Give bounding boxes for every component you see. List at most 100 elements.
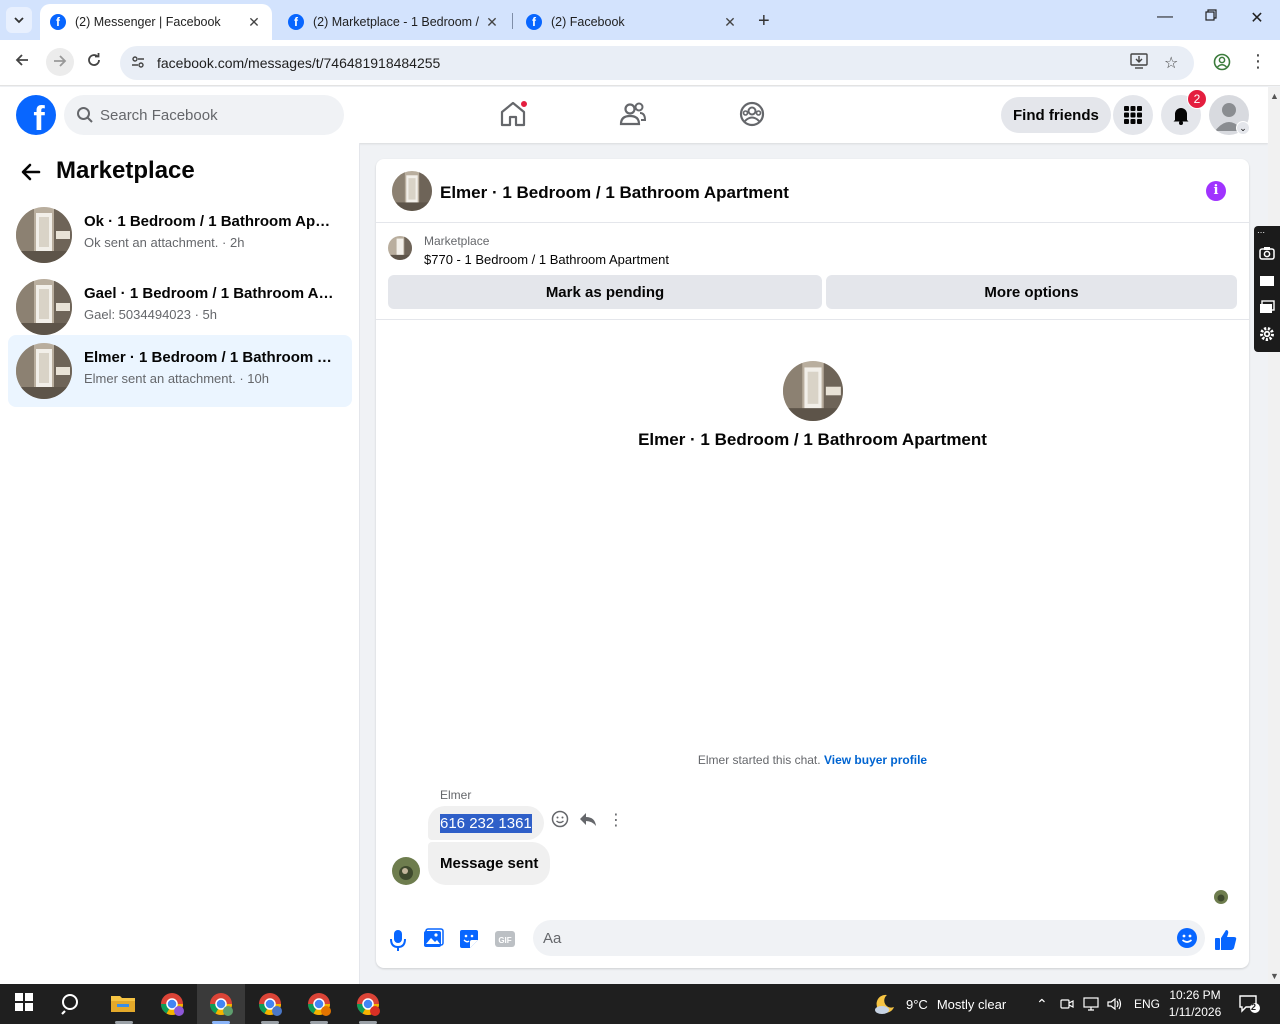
bell-icon [1173,108,1189,125]
toolbar-grip-icon[interactable]: ⋯ [1257,228,1265,237]
video-icon[interactable] [1259,274,1275,288]
more-options-button[interactable]: More options [826,275,1237,309]
message-input-box[interactable] [533,920,1205,956]
file-explorer-icon[interactable] [110,992,136,1016]
account-chevron-icon[interactable]: ⌄ [1236,121,1250,135]
microphone-icon[interactable] [388,928,412,952]
windows-start-icon[interactable] [14,992,40,1016]
install-app-icon[interactable] [1130,53,1148,74]
chrome-profile-d-icon[interactable] [307,992,333,1016]
windows-icon[interactable] [1259,300,1275,314]
show-hidden-icons-button[interactable]: ⌃ [1036,984,1048,1024]
listing-thumbnail[interactable] [388,236,412,260]
conversation-avatar-large [783,361,843,421]
react-emoji-icon[interactable] [548,810,572,834]
facebook-favicon-icon: f [288,14,304,30]
seen-indicator-avatar [1214,890,1228,904]
message-bubble[interactable]: 616 232 1361 [428,806,544,840]
chat-window: Elmer · 1 Bedroom / 1 Bathroom Apartment… [376,159,1249,968]
chevron-down-icon [14,17,24,24]
close-window-button[interactable]: ✕ [1242,8,1272,28]
panel-title: Marketplace [56,157,195,184]
find-friends-button[interactable]: Find friends [1001,97,1111,133]
emoji-icon[interactable] [1177,928,1197,948]
chat-title[interactable]: Elmer · 1 Bedroom / 1 Bathroom Apartment [440,183,789,203]
reload-button[interactable] [82,52,106,73]
meet-now-icon[interactable] [1060,984,1074,1024]
bookmark-star-icon[interactable]: ☆ [1164,53,1178,73]
conversation-item-selected[interactable]: Elmer · 1 Bedroom / 1 Bathroom Apartment… [8,335,352,407]
tab-facebook[interactable]: f (2) Facebook ✕ [516,4,748,40]
sender-avatar[interactable] [392,857,420,885]
svg-text:GIF: GIF [498,936,511,945]
facebook-search[interactable] [64,95,344,135]
browser-menu-icon[interactable]: ⋮ [1246,51,1270,72]
friends-nav-button[interactable] [618,99,648,129]
view-buyer-profile-link[interactable]: View buyer profile [824,753,927,767]
tab-marketplace[interactable]: f (2) Marketplace - 1 Bedroom / ✕ [278,4,510,40]
message-bubble[interactable]: Message sent [428,842,551,885]
restore-icon [1205,9,1217,21]
reply-icon[interactable] [576,810,600,834]
sender-name: Elmer [440,788,472,802]
system-clock[interactable]: 10:26 PM 1/11/2026 [1160,987,1230,1021]
action-center-button[interactable]: 2 [1238,994,1260,1014]
back-button[interactable] [10,52,34,73]
attach-photo-icon[interactable] [422,928,446,952]
search-input[interactable] [100,95,330,135]
address-bar[interactable]: facebook.com/messages/t/746481918484255 … [120,46,1194,80]
tab-messenger[interactable]: f (2) Messenger | Facebook ✕ [40,4,272,40]
chrome-profile-c-icon[interactable] [258,992,284,1016]
message-input[interactable] [543,920,1163,956]
info-icon[interactable]: i [1206,181,1226,201]
forward-button[interactable] [46,48,74,76]
network-icon[interactable] [1083,984,1099,1024]
weather-widget[interactable]: 9°C Mostly clear [873,984,1006,1024]
menu-button[interactable] [1113,95,1153,135]
settings-gear-icon[interactable] [1259,326,1275,341]
arrow-right-icon [54,55,67,67]
back-button[interactable] [20,161,42,189]
clock-time: 10:26 PM [1169,988,1221,1002]
close-tab-icon[interactable]: ✕ [722,14,738,31]
chat-avatar[interactable] [392,171,432,211]
conversation-snippet: Gael: 5034494023 · 5h [84,307,217,322]
groups-nav-button[interactable] [737,99,767,129]
page-scrollbar[interactable]: ▲ ▼ [1268,87,1280,983]
scroll-up-icon[interactable]: ▲ [1270,91,1279,101]
sticker-icon[interactable] [458,928,482,952]
minimize-button[interactable]: — [1150,8,1180,26]
input-language[interactable]: ENG [1134,984,1160,1024]
chat-started-notice: Elmer started this chat. View buyer prof… [376,753,1249,767]
search-icon [77,107,93,123]
started-text: Elmer started this chat. [697,753,821,767]
chrome-profile-b-icon[interactable] [209,992,235,1016]
close-tab-icon[interactable]: ✕ [484,14,500,31]
scroll-down-icon[interactable]: ▼ [1270,971,1279,981]
restore-button[interactable] [1196,8,1226,26]
facebook-logo[interactable]: f [16,95,56,135]
notification-icon [1239,995,1260,1013]
site-info-icon[interactable] [130,54,146,73]
conversation-item[interactable]: Gael · 1 Bedroom / 1 Bathroom Apartment … [8,271,352,343]
arrow-left-icon [15,54,28,66]
tab-title: (2) Facebook [551,15,625,29]
apartment-thumbnail [16,207,72,263]
gif-icon[interactable]: GIF [494,928,518,952]
search-icon[interactable] [60,992,86,1016]
close-tab-icon[interactable]: ✕ [246,14,262,31]
profile-icon[interactable] [1210,53,1234,76]
chrome-profile-e-icon[interactable] [356,992,382,1016]
new-tab-button[interactable]: + [758,10,770,33]
camera-icon[interactable] [1259,246,1275,260]
volume-icon[interactable] [1107,984,1123,1024]
conversation-item[interactable]: Ok · 1 Bedroom / 1 Bathroom Apartment Ok… [8,199,352,271]
listing-title[interactable]: $770 - 1 Bedroom / 1 Bathroom Apartment [424,252,669,267]
tab-search-button[interactable] [6,7,32,33]
notification-badge: 2 [1187,89,1207,109]
mark-as-pending-button[interactable]: Mark as pending [388,275,822,309]
thumbs-up-icon[interactable] [1214,928,1238,952]
chrome-profile-a-icon[interactable] [160,992,186,1016]
message-composer: GIF [376,916,1249,968]
more-actions-icon[interactable]: ⋮ [604,810,628,834]
